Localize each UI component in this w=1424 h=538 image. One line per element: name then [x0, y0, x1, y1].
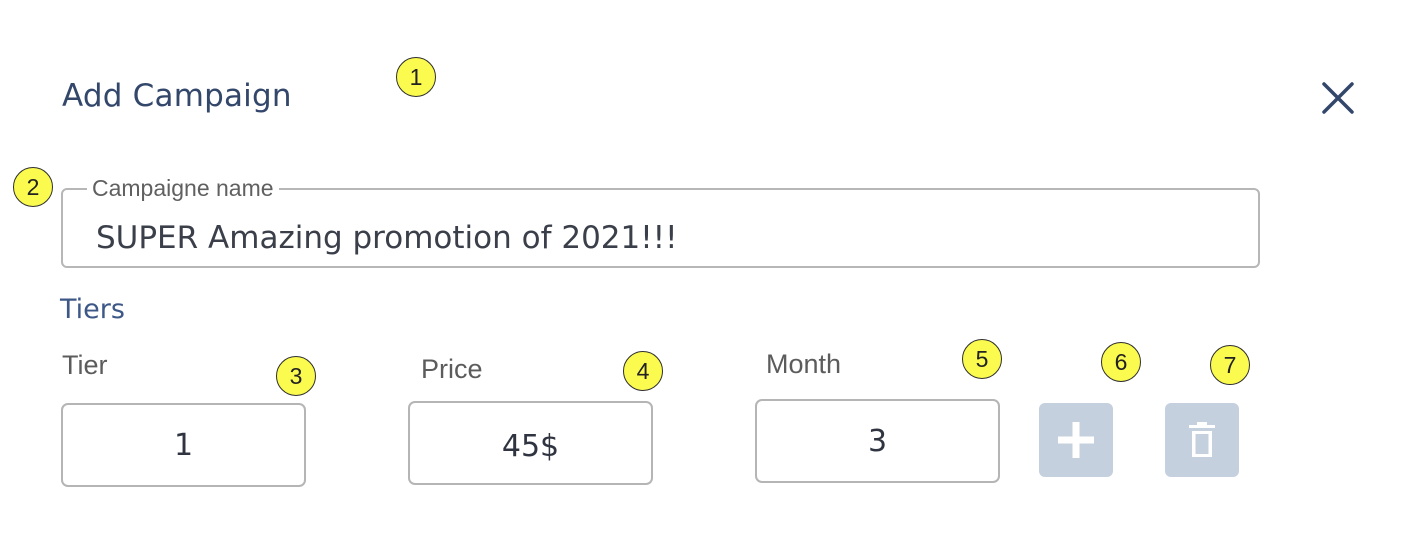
price-column-label: Price — [421, 354, 483, 384]
tiers-section-title: Tiers — [60, 294, 125, 325]
plus-icon — [1058, 422, 1094, 458]
dialog-title: Add Campaign — [62, 78, 292, 114]
annotation-marker-3: 3 — [276, 356, 316, 396]
tier-input[interactable]: 1 — [61, 403, 306, 487]
trash-icon — [1189, 422, 1215, 457]
campaign-name-label: Campaigne name — [87, 175, 279, 201]
close-button[interactable] — [1318, 78, 1358, 118]
annotation-marker-1: 1 — [396, 57, 436, 97]
annotation-marker-7: 7 — [1210, 345, 1250, 385]
delete-tier-button[interactable] — [1165, 403, 1239, 477]
close-icon — [1322, 82, 1354, 114]
month-input[interactable]: 3 — [755, 399, 1000, 483]
price-input[interactable]: 45$ — [408, 401, 653, 485]
campaign-name-field[interactable]: Campaigne name SUPER Amazing promotion o… — [61, 175, 1260, 268]
tier-column-label: Tier — [62, 350, 108, 380]
annotation-marker-5: 5 — [962, 339, 1002, 379]
annotation-marker-2: 2 — [13, 167, 53, 207]
month-column-label: Month — [766, 349, 842, 379]
add-tier-button[interactable] — [1039, 403, 1113, 477]
annotation-marker-6: 6 — [1101, 342, 1141, 382]
campaign-name-value[interactable]: SUPER Amazing promotion of 2021!!! — [96, 220, 678, 256]
annotation-marker-4: 4 — [623, 351, 663, 391]
